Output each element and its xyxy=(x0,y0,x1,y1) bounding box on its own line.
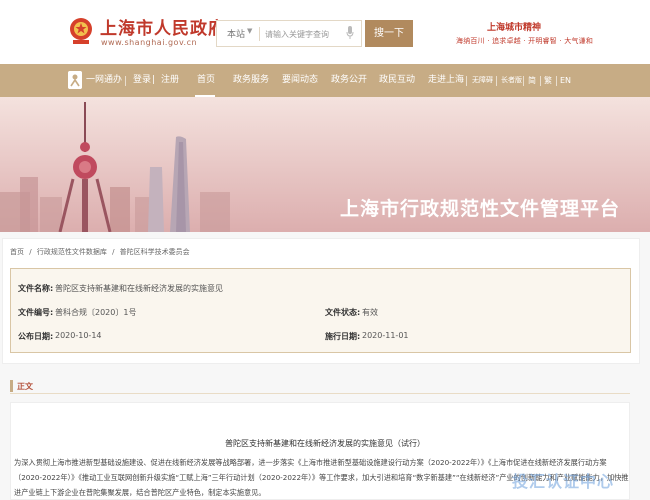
yiwangtong-logo-icon[interactable] xyxy=(68,71,82,89)
nav-divider xyxy=(556,76,557,86)
nav-item-about-shanghai[interactable]: 走进上海 xyxy=(428,64,464,97)
nav-divider xyxy=(540,76,541,86)
city-spirit-motto: 海纳百川 · 追求卓越 · 开明睿智 · 大气谦和 xyxy=(456,37,594,45)
section-marker xyxy=(10,380,13,392)
search-divider xyxy=(259,27,260,41)
breadcrumb-separator: / xyxy=(29,248,32,256)
body-section-header xyxy=(10,378,630,394)
file-status-value: 有效 xyxy=(362,308,378,317)
effective-date-value: 2020-11-01 xyxy=(362,331,409,340)
nav-yiwangtong[interactable]: 一网通办 xyxy=(86,64,122,97)
site-url: www.shanghai.gov.cn xyxy=(101,38,198,47)
microphone-icon[interactable] xyxy=(346,26,354,40)
nav-divider xyxy=(466,76,467,86)
nav-elderly-mode[interactable]: 长者版 xyxy=(501,64,522,97)
national-emblem-icon[interactable] xyxy=(68,16,94,46)
publish-date-label: 公布日期: xyxy=(18,332,54,341)
nav-english[interactable]: EN xyxy=(560,64,571,97)
nav-item-disclosure[interactable]: 政务公开 xyxy=(331,64,367,97)
nav-simplified-chinese[interactable]: 简 xyxy=(528,64,536,97)
document-title: 普陀区支持新基建和在线新经济发展的实施意见（试行） xyxy=(225,439,425,448)
publish-date-value: 2020-10-14 xyxy=(55,331,102,340)
search-scope-select[interactable]: 本站 xyxy=(227,27,245,40)
nav-item-news[interactable]: 要闻动态 xyxy=(282,64,318,97)
nav-item-services[interactable]: 政务服务 xyxy=(233,64,269,97)
search-box: 本站 ▼ xyxy=(216,20,362,47)
nav-traditional-chinese[interactable]: 繁 xyxy=(544,64,552,97)
file-number-label: 文件编号: xyxy=(18,308,54,317)
main-nav: 一网通办 登录 | 注册 首页 政务服务 要闻动态 政务公开 政民互动 走进上海… xyxy=(0,64,650,97)
file-name-label: 文件名称: xyxy=(18,284,54,293)
breadcrumb-database[interactable]: 行政规范性文件数据库 xyxy=(37,248,107,256)
platform-title: 上海市行政规范性文件管理平台 xyxy=(340,198,621,220)
body-section-title: 正文 xyxy=(17,382,33,391)
breadcrumb-agency[interactable]: 普陀区科学技术委员会 xyxy=(120,248,190,256)
nav-register[interactable]: 注册 xyxy=(161,64,179,97)
banner: 上海市行政规范性文件管理平台 xyxy=(0,97,650,232)
file-name-value: 普陀区支持新基建和在线新经济发展的实施意见 xyxy=(55,284,223,293)
nav-login-register-divider: | xyxy=(152,75,156,85)
city-spirit-title[interactable]: 上海城市精神 xyxy=(487,20,541,33)
nav-divider xyxy=(125,76,126,86)
nav-divider xyxy=(523,76,524,86)
nav-item-home[interactable]: 首页 xyxy=(197,64,215,97)
chevron-down-icon[interactable]: ▼ xyxy=(247,27,252,35)
search-button[interactable]: 搜一下 xyxy=(365,20,413,47)
nav-accessibility[interactable]: 无障碍 xyxy=(472,64,493,97)
effective-date-label: 施行日期: xyxy=(325,332,361,341)
nav-divider xyxy=(496,76,497,86)
breadcrumb-home[interactable]: 首页 xyxy=(10,248,24,256)
site-name[interactable]: 上海市人民政府 xyxy=(100,14,226,39)
nav-login[interactable]: 登录 xyxy=(133,64,151,97)
nav-item-interaction[interactable]: 政民互动 xyxy=(379,64,415,97)
breadcrumb-separator: / xyxy=(112,248,115,256)
breadcrumb: 首页 / 行政规范性文件数据库 / 普陀区科学技术委员会 xyxy=(10,247,193,257)
site-header: 上海市人民政府 www.shanghai.gov.cn 本站 ▼ 搜一下 上海城… xyxy=(0,0,650,64)
file-status-label: 文件状态: xyxy=(325,308,361,317)
search-input[interactable] xyxy=(265,25,345,43)
file-number-value: 普科合规〔2020〕1号 xyxy=(55,308,137,317)
watermark-text: 投汇认证中心 xyxy=(512,472,615,491)
